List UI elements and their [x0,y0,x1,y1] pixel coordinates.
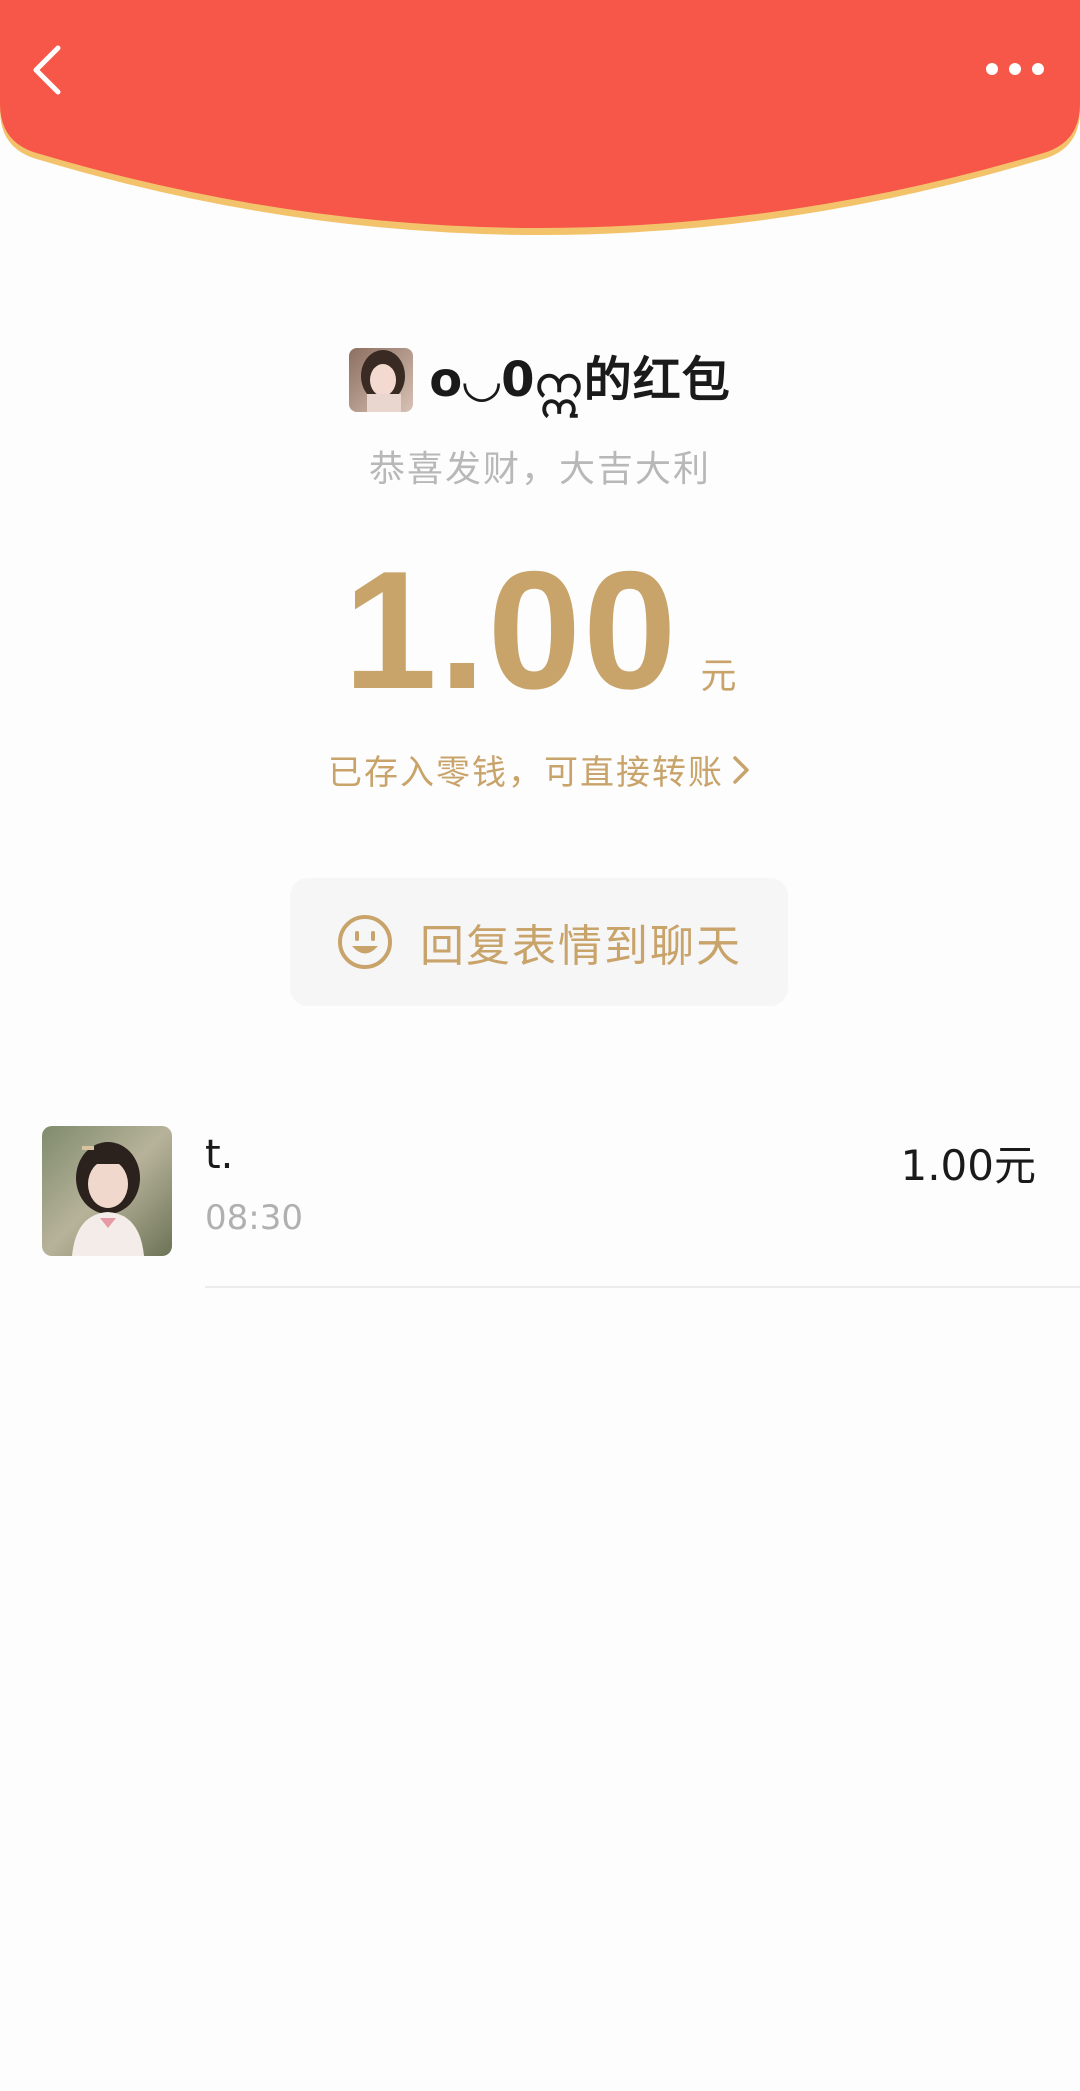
stored-to-change-link[interactable]: 已存入零钱，可直接转账 [0,745,1080,794]
receiver-row[interactable]: t. 08:30 1.00元 [0,1120,1080,1290]
receiver-amount: 1.00元 [900,1141,1036,1190]
receiver-time: 08:30 [205,1198,303,1238]
red-packet-detail-page: o◡0ဣ的红包 恭喜发财，大吉大利 1.00 元 已存入零钱，可直接转账 回复表… [0,0,1080,2091]
chevron-right-icon [733,755,749,784]
back-button[interactable] [22,30,82,110]
header-curve [0,0,1080,235]
sender-avatar[interactable] [349,348,414,412]
row-divider [205,1286,1080,1288]
smiley-icon [338,915,392,969]
reply-label: 回复表情到聊天 [420,921,742,972]
stored-text: 已存入零钱，可直接转账 [328,753,724,793]
chevron-left-icon [33,45,61,95]
amount-unit: 元 [700,656,737,697]
sender-title: o◡0ဣ的红包 [429,352,731,408]
amount-value: 1.00 [343,536,679,724]
reply-sticker-button[interactable]: 回复表情到聊天 [290,878,788,1006]
amount-display: 1.00 元 [0,536,1080,724]
receiver-avatar[interactable] [42,1126,172,1256]
more-button[interactable] [980,42,1050,92]
receiver-name: t. [205,1132,234,1178]
sender-line: o◡0ဣ的红包 [0,340,1080,420]
more-horizontal-icon [986,63,1044,75]
blessing-text: 恭喜发财，大吉大利 [368,449,711,490]
red-packet-header [0,0,1080,260]
